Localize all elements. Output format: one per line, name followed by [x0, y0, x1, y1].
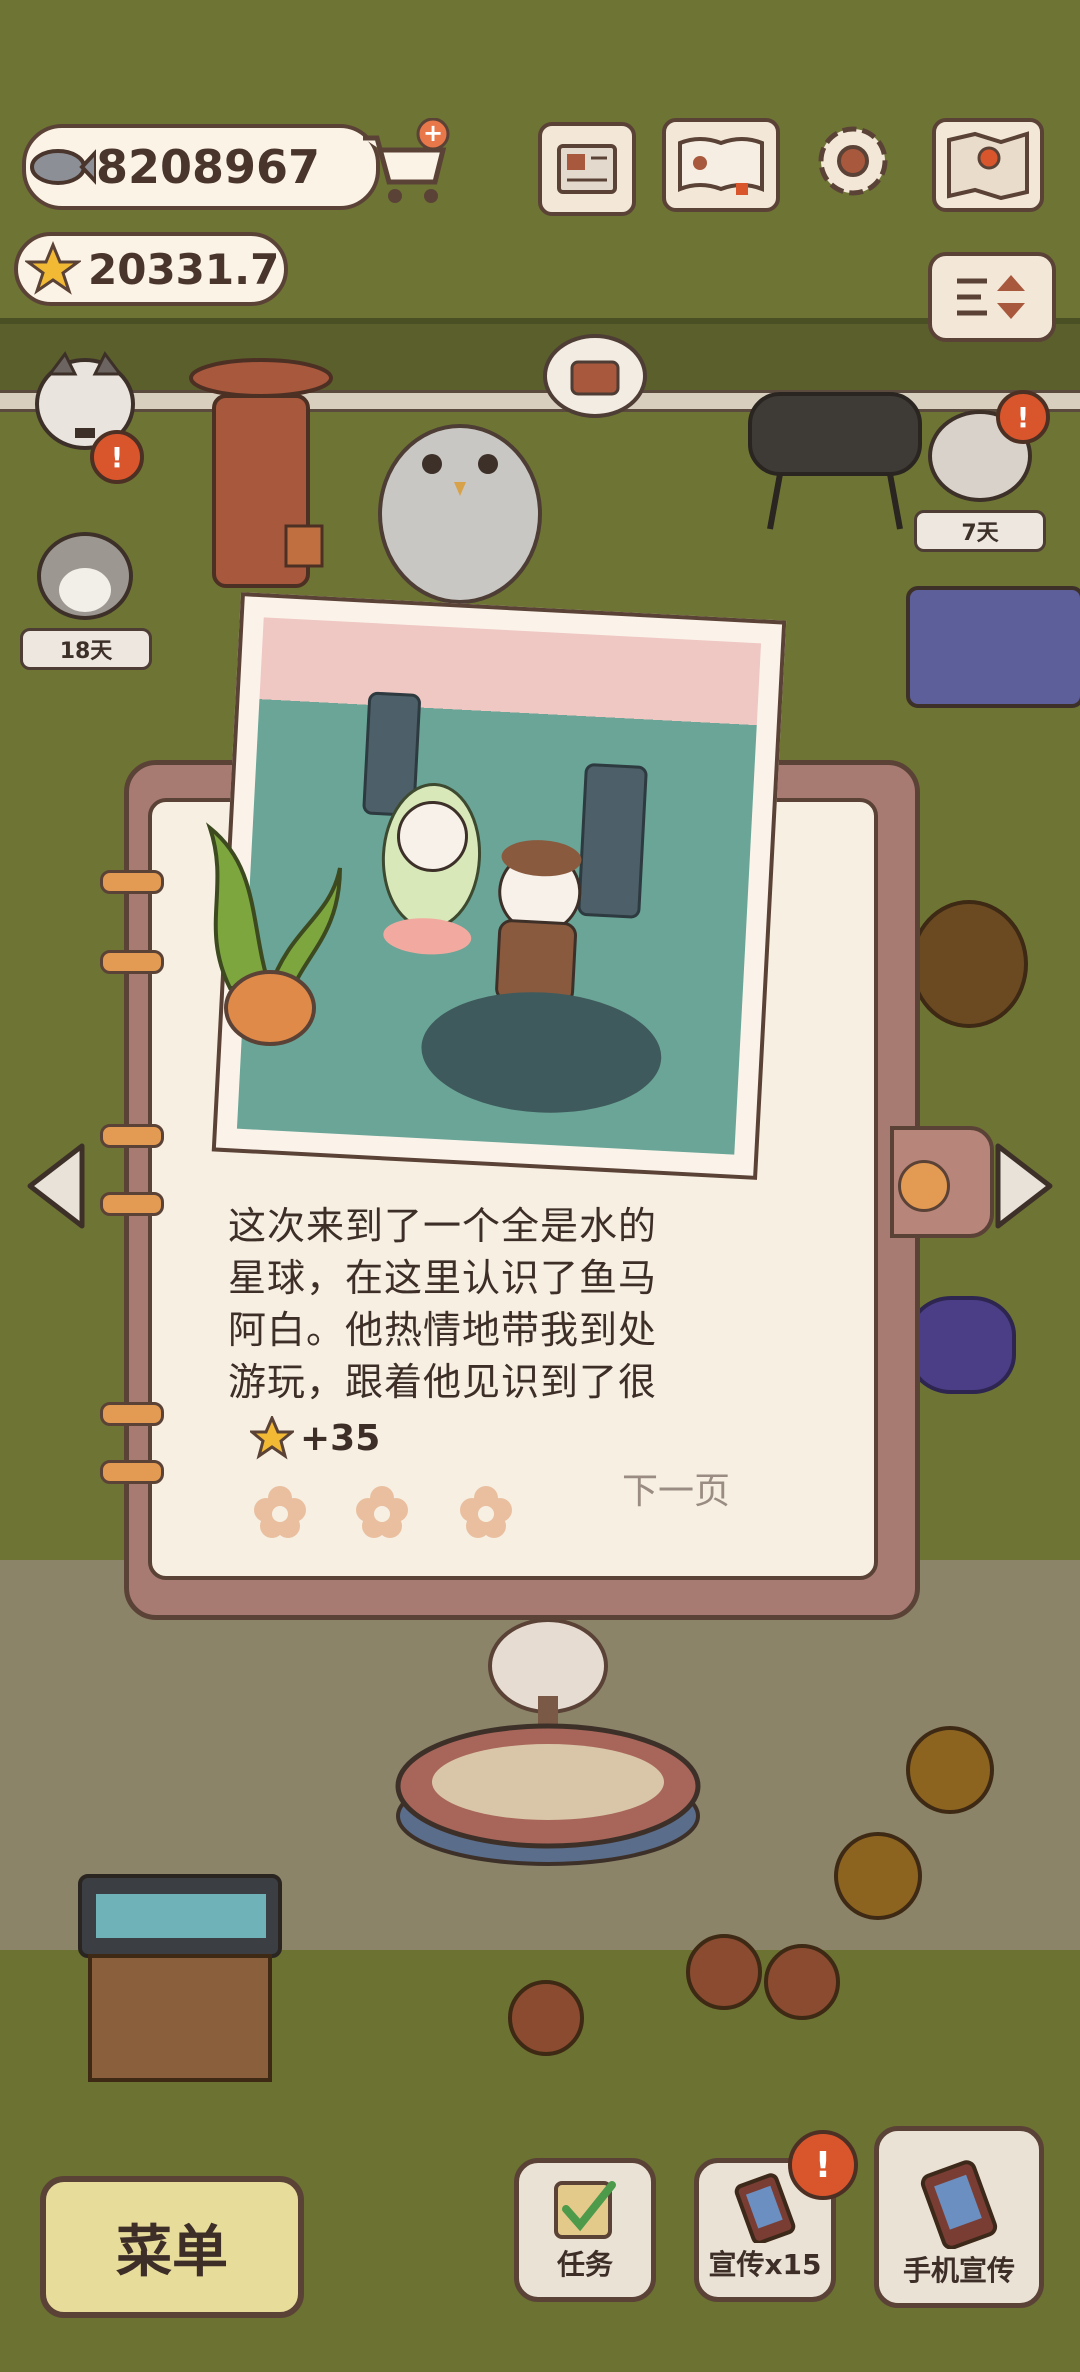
- ring-binder: [100, 1460, 164, 1484]
- fish-amount: 8208967: [96, 140, 321, 194]
- rating-flower-icon: [356, 1486, 408, 1538]
- story-line: 阿白。他热情地带我到处: [228, 1308, 658, 1352]
- gear-icon: [818, 126, 888, 196]
- ring-binder: [100, 1124, 164, 1148]
- shop-cart-button[interactable]: +: [355, 117, 455, 208]
- sort-toggle-button[interactable]: [928, 252, 1056, 342]
- phone-promo-button[interactable]: 手机宣传: [874, 2126, 1044, 2308]
- fish-tank-cabinet[interactable]: [78, 1874, 284, 2084]
- chevron-left-icon: [27, 1143, 85, 1229]
- star-amount: 20331.7: [88, 244, 280, 294]
- seaweed-plant-decoration: [190, 808, 350, 1048]
- purple-flower: [908, 1296, 1016, 1394]
- ring-binder: [100, 870, 164, 894]
- pinecone: [834, 1832, 922, 1920]
- settings-button[interactable]: [808, 118, 898, 204]
- task-label: 任务: [556, 2248, 613, 2281]
- newspaper-icon: [557, 144, 617, 194]
- star-icon: [18, 234, 88, 304]
- story-line: 这次来到了一个全是水的: [228, 1204, 658, 1248]
- star-icon: [250, 1416, 294, 1460]
- reward-amount: +35: [300, 1417, 381, 1459]
- previous-page-arrow[interactable]: [22, 1140, 88, 1236]
- story-text: 这次来到了一个全是水的 星球，在这里认识了鱼马 阿白。他热情地带我到处 游玩，跟…: [228, 1200, 768, 1408]
- ring-binder: [100, 1402, 164, 1426]
- fish-icon: [26, 132, 96, 202]
- menu-button[interactable]: 菜单: [40, 2176, 304, 2318]
- sort-icon: [957, 275, 1025, 319]
- grill-station[interactable]: [740, 384, 930, 534]
- fish-currency: 8208967: [22, 124, 380, 210]
- rating-flower-icon: [254, 1486, 306, 1538]
- phone-promo-label: 手机宣传: [902, 2254, 1015, 2287]
- ball-toy: [764, 1944, 840, 2020]
- journal-clasp: [898, 1160, 950, 1212]
- alert-icon[interactable]: !: [90, 430, 144, 484]
- map-button[interactable]: [932, 118, 1044, 212]
- cat-book-button[interactable]: [662, 118, 780, 212]
- alert-icon[interactable]: !: [996, 390, 1050, 444]
- post-stand[interactable]: [186, 356, 336, 596]
- story-line: 游玩，跟着他见识到了很: [228, 1360, 658, 1404]
- newspaper-button[interactable]: [538, 122, 636, 216]
- checklist-icon: [554, 2181, 616, 2239]
- chevron-right-icon: [995, 1143, 1053, 1229]
- ball-toy: [508, 1980, 584, 2056]
- ball-toy: [686, 1934, 762, 2010]
- cat-days-tag-left: 18天: [20, 628, 152, 670]
- paw-book-icon: [678, 137, 764, 195]
- promo-label: 宣传x15: [708, 2248, 822, 2281]
- phone-promo-icon: [734, 2173, 796, 2243]
- phone-promo-icon: [920, 2160, 998, 2249]
- map-icon: [947, 131, 1029, 200]
- pinecone: [910, 900, 1028, 1028]
- rating-flower-icon: [460, 1486, 512, 1538]
- ball-pit-fountain[interactable]: [388, 1606, 708, 1870]
- next-page-button[interactable]: 下一页: [622, 1462, 730, 1514]
- svg-text:+: +: [423, 119, 443, 147]
- briefcase-bubble[interactable]: [540, 332, 650, 428]
- ring-binder: [100, 950, 164, 974]
- next-page-arrow[interactable]: [992, 1140, 1058, 1236]
- cat-portrait-frame[interactable]: [906, 586, 1080, 708]
- cat-left[interactable]: [30, 520, 140, 630]
- story-line: 星球，在这里认识了鱼马: [228, 1256, 658, 1300]
- star-reward: +35: [250, 1416, 380, 1460]
- task-button[interactable]: 任务: [514, 2158, 656, 2302]
- owl-character[interactable]: [370, 404, 550, 604]
- alert-icon: !: [788, 2130, 858, 2200]
- ring-binder: [100, 1192, 164, 1216]
- star-currency: 20331.7: [14, 232, 288, 306]
- cat-days-tag-right: 7天: [914, 510, 1046, 552]
- pinecone: [906, 1726, 994, 1814]
